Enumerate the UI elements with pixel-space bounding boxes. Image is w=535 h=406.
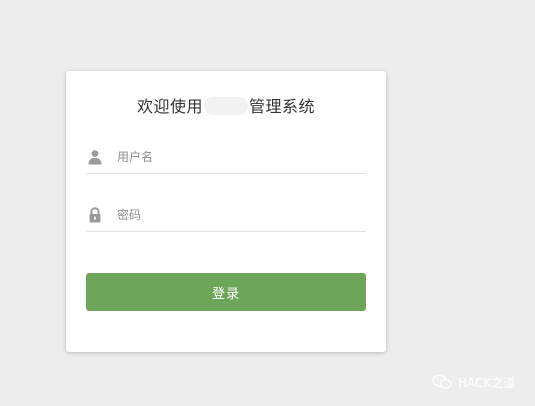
watermark-text: HACK之道 (458, 375, 516, 390)
password-input[interactable] (117, 205, 357, 225)
username-field (86, 143, 366, 174)
redacted-name (204, 97, 248, 115)
lock-icon (87, 207, 103, 223)
watermark: HACK之道 (432, 373, 515, 391)
title-suffix: 管理系统 (249, 97, 316, 116)
title-prefix: 欢迎使用 (136, 97, 203, 116)
page-title: 欢迎使用 管理系统 (66, 93, 386, 117)
password-field (86, 201, 366, 232)
username-input[interactable] (117, 147, 357, 167)
user-icon (87, 149, 103, 165)
wechat-icon (432, 374, 452, 390)
login-card: 欢迎使用 管理系统 登录 (66, 71, 386, 352)
login-button[interactable]: 登录 (86, 273, 366, 311)
